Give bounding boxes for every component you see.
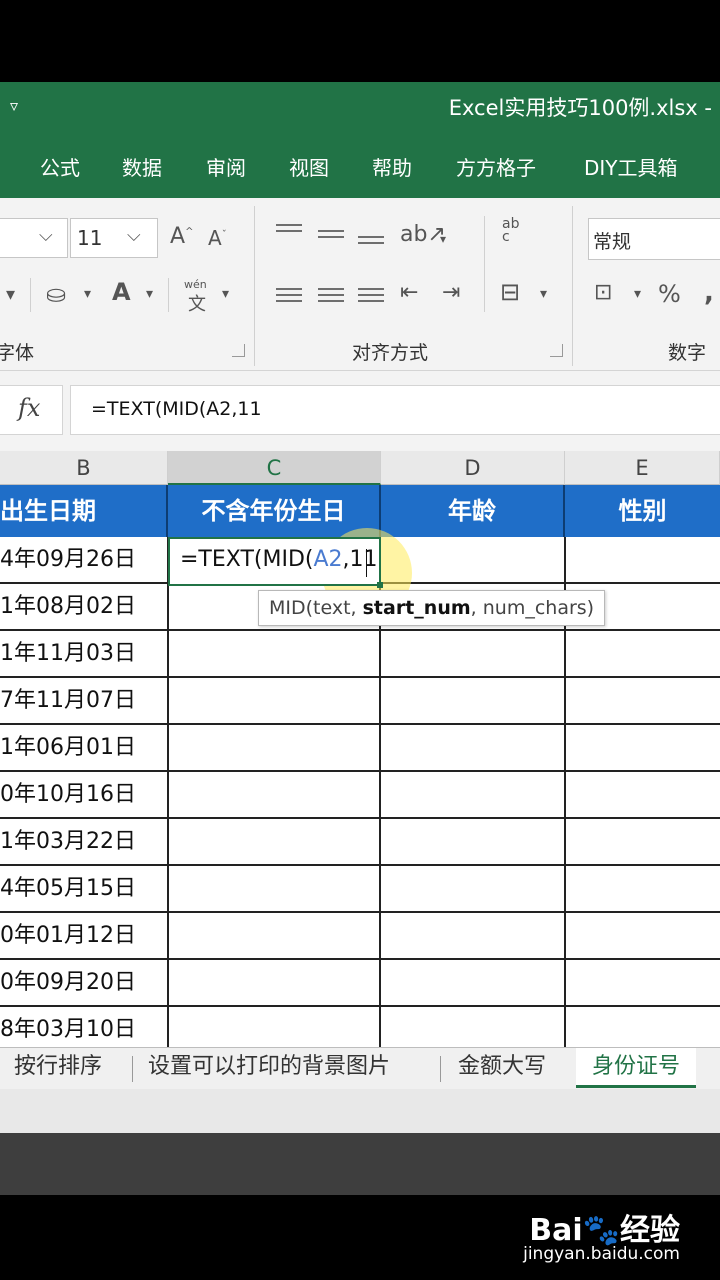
taskbar-area	[0, 1133, 720, 1195]
align-center-icon[interactable]	[318, 284, 344, 306]
font-color-icon[interactable]: A	[112, 278, 131, 306]
orientation-icon[interactable]: ab↗	[400, 222, 446, 247]
alignment-dialog-launcher-icon[interactable]	[550, 344, 563, 357]
orientation-dropdown-icon[interactable]: ▾	[440, 232, 446, 246]
align-left-icon[interactable]	[276, 284, 302, 306]
column-header-b[interactable]: B	[0, 451, 168, 485]
sheet-tabs: 按行排序 设置可以打印的背景图片 金额大写 身份证号	[0, 1047, 720, 1090]
cell-birth-date[interactable]: 8年03月10日	[0, 1007, 168, 1047]
fill-color-icon[interactable]: ⛀	[46, 280, 66, 308]
cell-birth-date[interactable]: 1年03月22日	[0, 819, 168, 864]
font-dialog-launcher-icon[interactable]	[232, 344, 245, 357]
phonetic-dropdown-icon[interactable]: ▾	[222, 286, 229, 302]
tab-fangfang[interactable]: 方方格子	[456, 152, 536, 181]
table-row: 7年11月07日	[0, 678, 720, 725]
column-header-c[interactable]: C	[168, 451, 381, 485]
border-dropdown-icon[interactable]: ▾	[6, 284, 15, 305]
tab-formulas[interactable]: 公式	[40, 152, 80, 181]
table-row: 1年06月01日	[0, 725, 720, 772]
column-header-e[interactable]: E	[565, 451, 720, 485]
quick-access-dropdown-icon[interactable]: ▿	[10, 96, 18, 115]
font-size-value: 11	[77, 226, 103, 250]
accounting-dropdown-icon[interactable]: ▾	[634, 286, 641, 302]
formula-bar: fx =TEXT(MID(A2,11	[0, 371, 720, 451]
phonetic-guide-icon[interactable]: 文	[188, 290, 206, 316]
header-gender[interactable]: 性别	[565, 485, 720, 537]
percent-style-icon[interactable]: %	[658, 280, 681, 308]
header-birth-date[interactable]: 出生日期	[0, 485, 168, 537]
increase-indent-icon[interactable]: ⇥	[442, 280, 460, 305]
cell-birth-date[interactable]: 1年06月01日	[0, 725, 168, 770]
decrease-indent-icon[interactable]: ⇤	[400, 280, 418, 305]
document-title: Excel实用技巧100例.xlsx -	[448, 96, 712, 120]
insert-function-button[interactable]: fx	[0, 385, 63, 435]
tab-review[interactable]: 审阅	[206, 152, 246, 181]
tab-view[interactable]: 视图	[289, 152, 329, 181]
group-number-label: 数字	[668, 342, 707, 364]
cell-birth-date[interactable]: 1年08月02日	[0, 584, 168, 629]
wrap-text-icon[interactable]: ab c	[502, 217, 526, 244]
header-birthday-no-year[interactable]: 不含年份生日	[168, 485, 381, 537]
tab-help[interactable]: 帮助	[372, 152, 412, 181]
status-area	[0, 1089, 720, 1133]
cell-birth-date[interactable]: 0年10月16日	[0, 772, 168, 817]
merge-center-icon[interactable]: ⊟	[500, 278, 520, 306]
cell-birth-date[interactable]: 0年09月20日	[0, 960, 168, 1005]
align-top-icon[interactable]	[276, 220, 302, 236]
cell-birth-date[interactable]: 7年11月07日	[0, 678, 168, 723]
text-caret	[366, 549, 367, 577]
font-name-dropdown[interactable]: ⌵	[0, 218, 68, 258]
active-cell-c2[interactable]: =TEXT(MID(A2,11	[168, 537, 381, 586]
tab-diy-toolbox[interactable]: DIY工具箱	[584, 152, 678, 181]
fill-handle[interactable]	[377, 582, 383, 588]
table-row: 0年09月20日	[0, 960, 720, 1007]
number-format-dropdown[interactable]: 常规	[588, 218, 720, 260]
shrink-font-icon[interactable]: Aˇ	[208, 226, 227, 250]
comma-style-icon[interactable]: ,	[704, 278, 714, 308]
cell-birth-date[interactable]: 4年05月15日	[0, 866, 168, 911]
column-divider	[167, 537, 169, 1047]
cell-birth-date[interactable]: 0年01月12日	[0, 913, 168, 958]
formula-input[interactable]: =TEXT(MID(A2,11	[70, 385, 720, 435]
grow-font-icon[interactable]: A^	[170, 224, 193, 249]
sheet-tab-print-background[interactable]: 设置可以打印的背景图片	[148, 1048, 390, 1088]
ribbon-tabs: 公式 数据 审阅 视图 帮助 方方格子 DIY工具箱	[0, 130, 720, 198]
header-age[interactable]: 年龄	[381, 485, 565, 537]
sheet-tab-id-number[interactable]: 身份证号	[576, 1048, 697, 1088]
sheet-tab-sort-by-row[interactable]: 按行排序	[14, 1048, 102, 1088]
baidu-jingyan-logo: Bai🐾经验	[529, 1213, 680, 1248]
group-alignment-label: 对齐方式	[352, 342, 429, 364]
sheet-tab-amount-uppercase[interactable]: 金额大写	[458, 1048, 546, 1088]
align-right-icon[interactable]	[358, 284, 384, 306]
ribbon: ⌵ 11 ⌵ A^ Aˇ ▾ ⛀ ▾ A ▾ wén 文 ▾ 字体 ab↗ ▾ …	[0, 198, 720, 371]
cell-birth-date[interactable]: 1年11月03日	[0, 631, 168, 676]
chevron-down-icon: ⌵	[39, 225, 53, 246]
table-row: 0年10月16日	[0, 772, 720, 819]
formula-text: =TEXT(MID(A2,11	[91, 398, 262, 420]
align-middle-icon[interactable]	[318, 226, 344, 242]
function-tooltip[interactable]: MID(text, start_num, num_chars)	[258, 590, 606, 626]
table-row: 8年03月10日	[0, 1007, 720, 1047]
worksheet-grid: B C D E 出生日期 不含年份生日 年龄 性别 4年09月26日 1年08月…	[0, 451, 720, 1047]
fx-icon: fx	[18, 394, 41, 422]
font-size-dropdown[interactable]: 11 ⌵	[70, 218, 158, 258]
table-row: 0年01月12日	[0, 913, 720, 960]
number-format-value: 常规	[593, 231, 632, 253]
tab-data[interactable]: 数据	[122, 152, 162, 181]
font-color-dropdown-icon[interactable]: ▾	[146, 286, 153, 302]
title-bar: ▿ Excel实用技巧100例.xlsx -	[0, 82, 720, 130]
fill-color-dropdown-icon[interactable]: ▾	[84, 286, 91, 302]
accounting-format-icon[interactable]: ⊡	[594, 280, 612, 305]
merge-dropdown-icon[interactable]: ▾	[540, 286, 547, 302]
watermark-url: jingyan.baidu.com	[523, 1244, 680, 1264]
group-font-label: 字体	[0, 342, 35, 364]
table-row: 1年03月22日	[0, 819, 720, 866]
align-bottom-icon[interactable]	[358, 232, 384, 248]
cell-birth-date[interactable]: 4年09月26日	[0, 537, 168, 582]
column-header-d[interactable]: D	[381, 451, 565, 485]
cell-formula-text: =TEXT(MID(A2,11	[180, 547, 378, 572]
chevron-down-icon: ⌵	[127, 225, 141, 246]
table-row: 4年05月15日	[0, 866, 720, 913]
table-row: 1年11月03日	[0, 631, 720, 678]
